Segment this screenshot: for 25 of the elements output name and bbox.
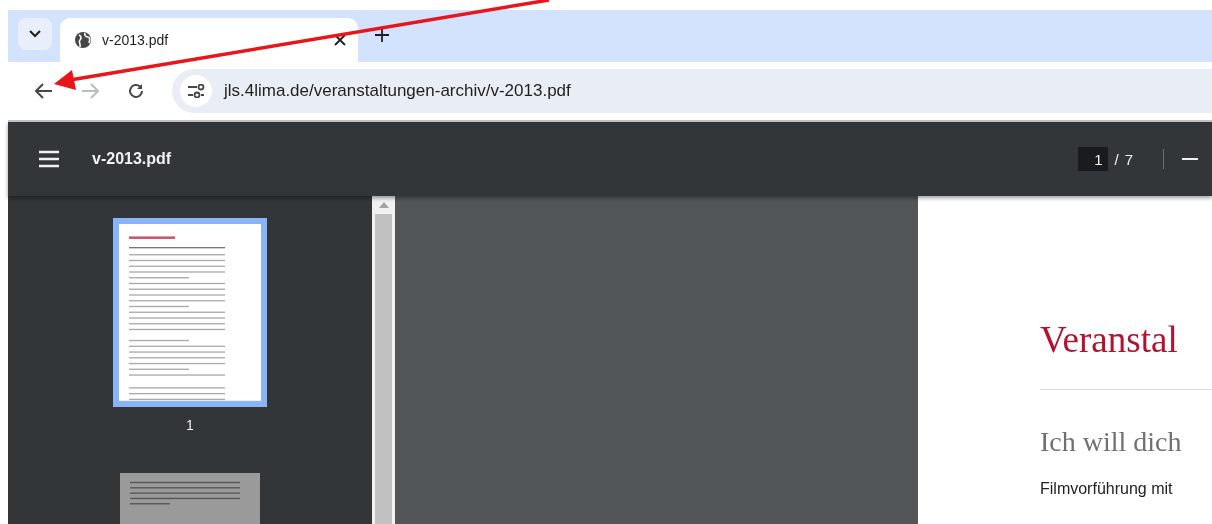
tab-title: v-2013.pdf	[102, 32, 170, 48]
page-label: 1	[186, 416, 194, 433]
reload-icon[interactable]	[127, 82, 145, 100]
scrollbar[interactable]	[372, 196, 395, 524]
menu-icon[interactable]	[38, 150, 60, 168]
page-thumbnail[interactable]	[120, 472, 260, 524]
page-number-field[interactable]: 1	[1078, 147, 1109, 171]
new-tab-icon[interactable]	[374, 27, 390, 43]
zoom-out-icon[interactable]	[1182, 157, 1198, 161]
section-heading: Ich will dich	[1040, 426, 1183, 458]
back-arrow-icon[interactable]	[35, 83, 53, 99]
page-thumbnail[interactable]	[113, 218, 267, 407]
close-icon[interactable]	[334, 34, 346, 46]
site-settings-icon[interactable]	[187, 84, 205, 98]
body-text: Filmvorführung mit	[1040, 480, 1174, 498]
address-bar[interactable]: jls.4lima.de/veranstaltungen-archiv/v-2013.pdf	[172, 69, 1212, 113]
chevron-down-icon	[29, 30, 41, 38]
document-title: v-2013.pdf	[92, 150, 172, 168]
browser-tab[interactable]: v-2013.pdf	[60, 18, 358, 62]
tab-search-button[interactable]	[18, 18, 52, 50]
page-heading: Veranstal	[1040, 318, 1179, 361]
globe-icon	[74, 31, 92, 49]
page-count: 7	[1124, 150, 1133, 168]
page-separator: /	[1114, 150, 1119, 168]
url-text: jls.4lima.de/veranstaltungen-archiv/v-2013.pdf	[224, 81, 571, 101]
